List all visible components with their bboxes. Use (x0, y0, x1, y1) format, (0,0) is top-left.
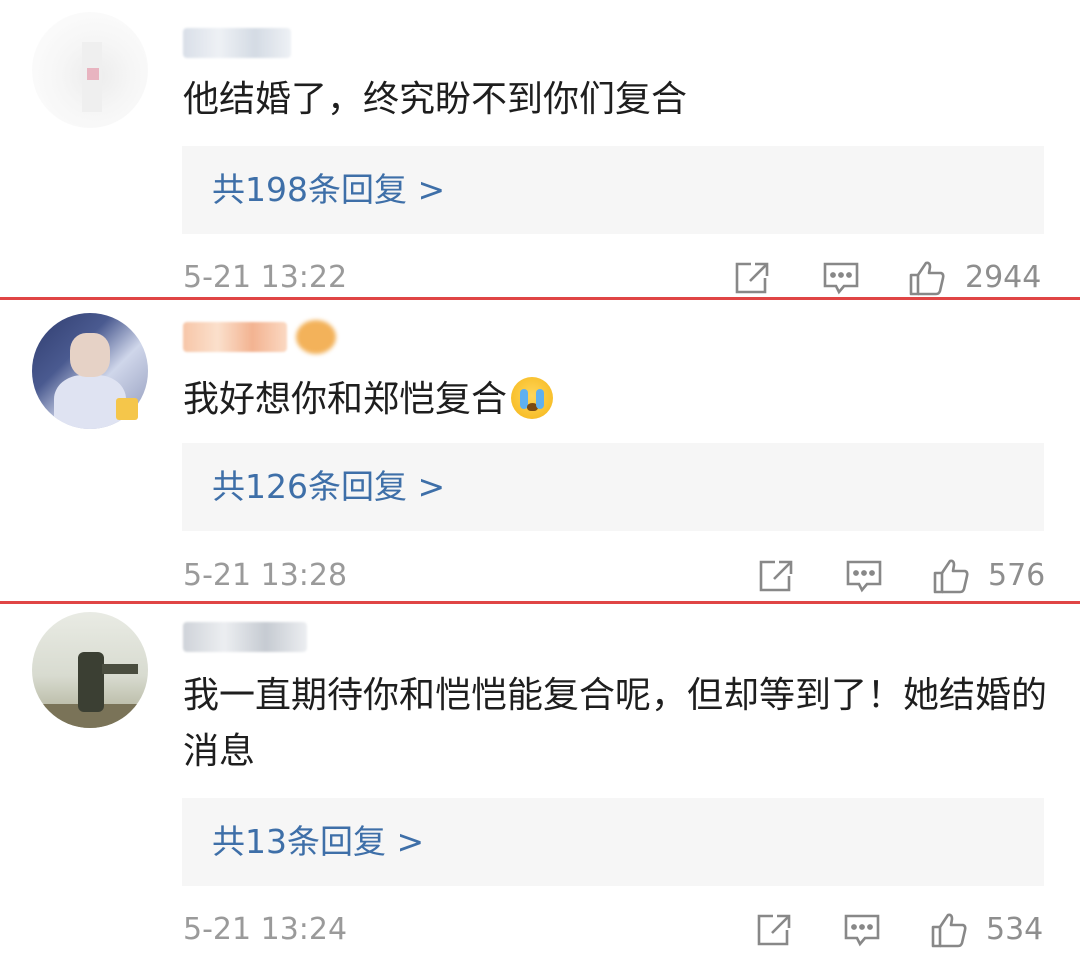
replies-count-label: 共13条回复 > (212, 822, 425, 861)
thumbs-up-icon[interactable] (930, 912, 968, 948)
comment-meta: 5-21 13:22 2944 (0, 258, 1080, 298)
comment-meta: 5-21 13:28 576 (0, 556, 1080, 596)
like-count: 2944 (965, 260, 1042, 295)
timestamp: 5-21 13:24 (183, 912, 348, 947)
divider (0, 601, 1080, 604)
share-icon[interactable] (733, 260, 771, 296)
comment-meta: 5-21 13:24 534 (0, 910, 1080, 950)
timestamp: 5-21 13:28 (183, 558, 348, 593)
like-count: 576 (988, 558, 1046, 593)
replies-count-label: 共126条回复 > (212, 467, 446, 506)
replies-button[interactable]: 共13条回复 > (182, 798, 1044, 886)
username-blurred[interactable] (183, 322, 287, 352)
verified-badge-icon (116, 398, 138, 420)
divider (0, 297, 1080, 300)
thumbs-up-icon[interactable] (908, 260, 946, 296)
share-icon[interactable] (757, 558, 795, 594)
crying-face-emoji-icon (511, 377, 554, 419)
avatar[interactable] (32, 12, 148, 128)
replies-button[interactable]: 共126条回复 > (182, 443, 1044, 531)
username-blurred[interactable] (183, 622, 307, 652)
member-badge-icon (296, 320, 336, 354)
comment-text: 我好想你和郑恺复合 (183, 372, 1053, 428)
avatar[interactable] (32, 612, 148, 728)
username-blurred[interactable] (183, 28, 291, 58)
share-icon[interactable] (755, 912, 793, 948)
thumbs-up-icon[interactable] (932, 558, 970, 594)
replies-count-label: 共198条回复 > (212, 170, 446, 209)
comment-icon[interactable] (843, 912, 881, 948)
replies-button[interactable]: 共198条回复 > (182, 146, 1044, 234)
like-count: 534 (986, 912, 1044, 947)
timestamp: 5-21 13:22 (183, 260, 348, 295)
comment-text-content: 我好想你和郑恺复合 (183, 379, 508, 420)
comment-icon[interactable] (822, 260, 860, 296)
comment-text: 他结婚了，终究盼不到你们复合 (183, 79, 688, 120)
comment-text: 我一直期待你和恺恺能复合呢，但却等到了！她结婚的消息 (183, 675, 1048, 772)
comment-icon[interactable] (845, 558, 883, 594)
